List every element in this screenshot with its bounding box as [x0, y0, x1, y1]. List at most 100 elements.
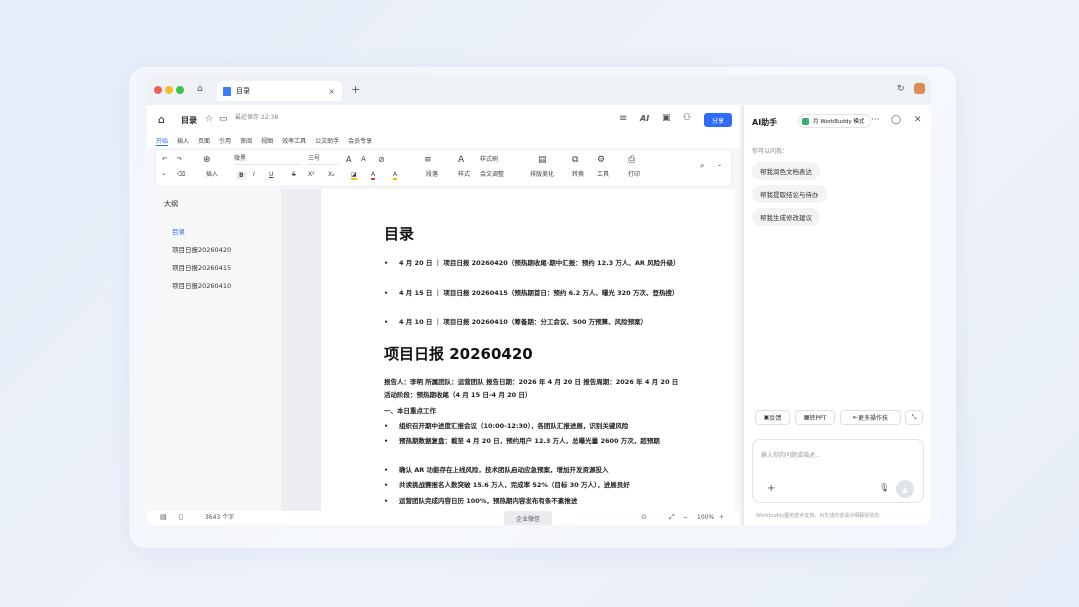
expand-button[interactable]: ⤡: [905, 410, 923, 425]
browser-tab[interactable]: 目录 ×: [217, 81, 342, 101]
menu-insert[interactable]: 插入: [177, 136, 189, 145]
clear-format-icon[interactable]: ⊘: [378, 156, 385, 164]
format-brush-button[interactable]: 样式刷: [480, 157, 498, 163]
font-color-icon[interactable]: A: [371, 172, 376, 180]
tools-icon[interactable]: ⚙: [597, 156, 605, 165]
style-label[interactable]: 样式: [458, 172, 470, 178]
strikethrough-button[interactable]: S: [292, 172, 296, 178]
redo-icon[interactable]: ↷: [177, 157, 182, 163]
convert-label[interactable]: 转换: [572, 172, 584, 178]
suggestion-chip[interactable]: 帮我提取结论与待办: [752, 185, 827, 203]
font-size-select[interactable]: 三号: [308, 156, 338, 165]
home-icon[interactable]: ⌂: [197, 85, 203, 94]
subscript-button[interactable]: X₂: [328, 172, 335, 178]
menu-page[interactable]: 页面: [198, 136, 210, 145]
beautify-icon[interactable]: ▤: [538, 156, 547, 165]
suggestion-chip[interactable]: 帮我润色文档表达: [752, 162, 820, 180]
close-window-button[interactable]: [154, 86, 162, 94]
convert-icon[interactable]: ⧉: [572, 156, 578, 165]
grow-font-icon[interactable]: A: [346, 156, 351, 164]
suggestion-chip[interactable]: 帮我生成修改建议: [752, 208, 820, 226]
refresh-icon[interactable]: ↻: [897, 85, 905, 94]
present-icon[interactable]: ▣: [662, 114, 671, 123]
report-title: 项目日报 20260420: [384, 345, 533, 363]
wecom-button[interactable]: 企业微信: [504, 511, 552, 525]
feedback-button[interactable]: ▣ 反馈: [755, 410, 790, 425]
outline-item[interactable]: 目录: [172, 226, 185, 236]
add-user-icon[interactable]: ⚇: [683, 114, 691, 123]
menu-vip[interactable]: 会员专享: [348, 136, 372, 145]
close-panel-icon[interactable]: ✕: [914, 116, 922, 125]
zoom-window-button[interactable]: [176, 86, 184, 94]
font-name-select[interactable]: 微黑: [234, 156, 300, 165]
ai-button[interactable]: AI: [640, 115, 649, 123]
browser-chrome: ⌂ 目录 × + ↻: [147, 75, 931, 105]
sidebar-toggle-icon[interactable]: ▤: [160, 514, 167, 521]
to-ppt-button[interactable]: ▦ 转PPT: [795, 410, 835, 425]
folder-icon[interactable]: ▭: [219, 115, 228, 124]
avatar[interactable]: [914, 83, 925, 94]
home-menu-icon[interactable]: ⌂: [158, 114, 165, 125]
ai-input-box[interactable]: 输入你的问题或描述... + 🎙 ▲: [752, 439, 924, 503]
search-icon[interactable]: ⌕: [700, 162, 704, 170]
more-icon[interactable]: ···: [871, 116, 880, 125]
fit-width-icon[interactable]: ⤢: [669, 514, 675, 521]
star-icon[interactable]: ☆: [205, 115, 213, 124]
microphone-icon[interactable]: 🎙: [879, 484, 889, 492]
new-tab-button[interactable]: +: [351, 84, 360, 95]
menu-view[interactable]: 视图: [261, 136, 273, 145]
menu-icon[interactable]: ≡: [619, 114, 627, 124]
history-icon[interactable]: ◯: [891, 116, 901, 125]
toc-item[interactable]: • 4 月 10 日 ｜ 项目日报 20260410（筹备期：分工会议、500 万…: [384, 316, 684, 329]
ai-panel-title: AI助手: [752, 118, 778, 127]
app-window: ⌂ 目录 × + ↻ ⌂ 目录 ☆ ▭ 最近保存 22:38 ≡ AI ▣ ⚇ …: [147, 75, 931, 525]
insert-icon[interactable]: ⊕: [203, 156, 211, 165]
menu-start[interactable]: 开始: [156, 136, 169, 146]
toc-item[interactable]: • 4 月 15 日 ｜ 项目日报 20260415（预热期首日：预约 6.2 万…: [384, 287, 684, 300]
insert-label[interactable]: 插入: [206, 172, 218, 178]
saved-status: 最近保存 22:38: [235, 114, 279, 121]
toc-item[interactable]: • 4 月 20 日 ｜ 项目日报 20260420（预热期收尾·期中汇报：预约 …: [384, 257, 684, 270]
more-actions-button[interactable]: ⇤ 更多操作技: [840, 410, 901, 425]
tools-label[interactable]: 工具: [597, 172, 609, 178]
model-selector[interactable]: 月 WorkBuddy 模式: [798, 114, 872, 128]
char-shading-icon[interactable]: A: [393, 172, 398, 180]
paragraph-icon[interactable]: ≡: [424, 156, 432, 165]
menu-reference[interactable]: 引用: [219, 136, 231, 145]
document-page[interactable]: 目录 • 4 月 20 日 ｜ 项目日报 20260420（预热期收尾·期中汇报：…: [321, 189, 735, 511]
paragraph-label[interactable]: 段落: [426, 172, 438, 178]
outline-item[interactable]: 项目日报20260410: [172, 280, 231, 290]
focus-icon[interactable]: ⊙: [641, 514, 647, 521]
layout-beautify-label[interactable]: 排版美化: [530, 172, 554, 178]
highlight-icon[interactable]: ◪: [351, 172, 357, 180]
menu-efficiency[interactable]: 效率工具: [282, 136, 306, 145]
doc-title[interactable]: 目录: [181, 115, 197, 126]
tab-close-icon[interactable]: ×: [328, 87, 335, 96]
menu-review[interactable]: 审阅: [240, 136, 252, 145]
superscript-button[interactable]: X²: [308, 172, 315, 178]
menu-official-doc[interactable]: 公文助手: [315, 136, 339, 145]
shrink-font-icon[interactable]: A: [361, 156, 366, 163]
style-icon[interactable]: A: [458, 156, 464, 165]
page-icon[interactable]: ▯: [179, 514, 183, 521]
share-button[interactable]: 分享: [704, 113, 732, 127]
collapse-toolbar-icon[interactable]: ⌄: [717, 162, 722, 168]
word-count[interactable]: 3643 个字: [205, 515, 234, 521]
outline-item[interactable]: 项目日报20260415: [172, 262, 231, 272]
bold-button[interactable]: B: [236, 172, 247, 180]
send-button[interactable]: ▲: [896, 480, 914, 498]
italic-button[interactable]: I: [253, 172, 255, 178]
undo-icon[interactable]: ↶: [162, 157, 167, 163]
merge-button[interactable]: 会文调整: [480, 172, 504, 178]
outline-item[interactable]: 项目日报20260420: [172, 244, 231, 254]
format-brush-icon[interactable]: ⌁: [162, 172, 166, 178]
eraser-icon[interactable]: ⌫: [177, 172, 185, 178]
zoom-out-button[interactable]: −: [683, 515, 688, 521]
underline-button[interactable]: U: [269, 172, 273, 178]
minimize-window-button[interactable]: [165, 86, 173, 94]
zoom-in-button[interactable]: +: [719, 515, 724, 521]
print-label[interactable]: 打印: [628, 172, 640, 178]
zoom-level[interactable]: 100%: [697, 515, 714, 521]
add-attachment-icon[interactable]: +: [767, 484, 775, 494]
print-icon[interactable]: ⎙: [628, 156, 635, 165]
